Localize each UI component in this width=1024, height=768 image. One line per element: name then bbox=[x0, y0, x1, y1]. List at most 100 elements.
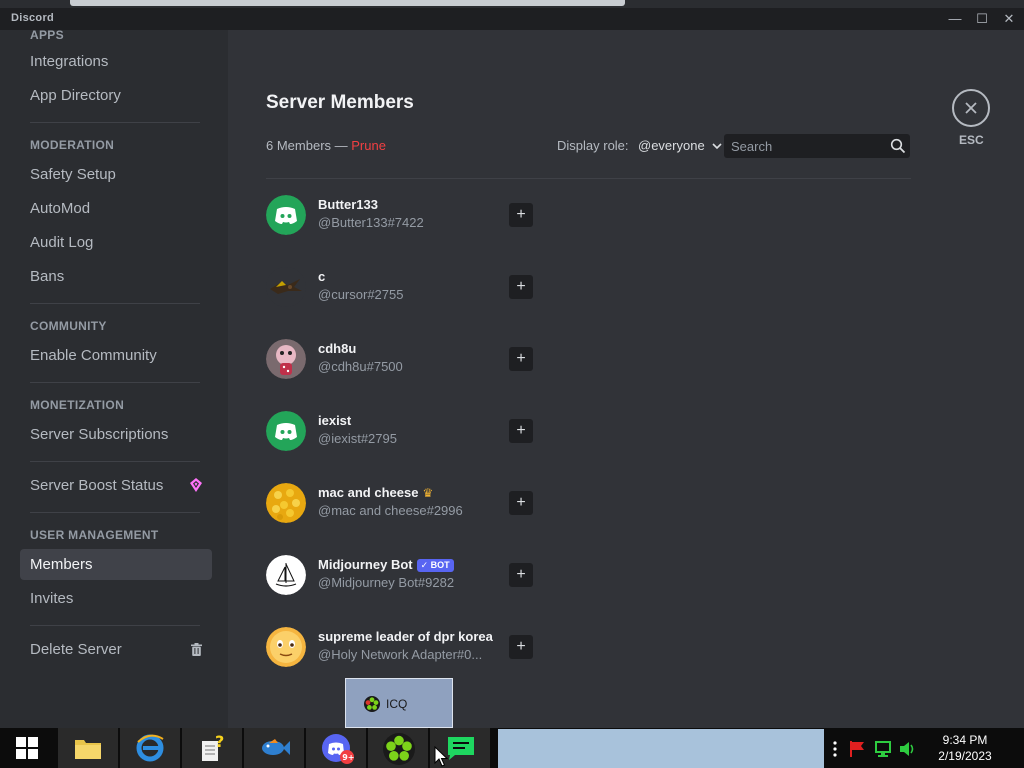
add-role-button[interactable]: + bbox=[509, 275, 533, 299]
prune-link[interactable]: Prune bbox=[351, 138, 386, 153]
chevron-down-icon bbox=[712, 142, 722, 153]
add-role-button[interactable]: + bbox=[509, 419, 533, 443]
header-divider bbox=[266, 178, 911, 179]
member-tag: @Holy Network Adapter#0... bbox=[318, 647, 483, 662]
add-role-button[interactable]: + bbox=[509, 635, 533, 659]
icq-flower-icon bbox=[364, 696, 380, 712]
taskbar-file-explorer[interactable] bbox=[58, 728, 118, 768]
member-tag: @cdh8u#7500 bbox=[318, 359, 403, 374]
sidebar-divider bbox=[30, 512, 200, 513]
close-window-button[interactable]: ✕ bbox=[999, 10, 1019, 28]
member-row[interactable]: supreme leader of dpr korea @Holy Networ… bbox=[266, 625, 546, 669]
clock-date[interactable]: 2/19/2023 bbox=[925, 749, 1005, 763]
avatar bbox=[266, 411, 306, 451]
member-name-text: Midjourney Bot bbox=[318, 557, 413, 572]
sidebar-item-server-subscriptions[interactable]: Server Subscriptions bbox=[20, 419, 212, 450]
sidebar-item-bans[interactable]: Bans bbox=[20, 261, 212, 292]
member-count-text: 6 Members — bbox=[266, 138, 348, 153]
internet-explorer-icon bbox=[136, 734, 164, 762]
sidebar-header-user-management: USER MANAGEMENT bbox=[30, 528, 159, 542]
sidebar-header-apps: APPS bbox=[30, 28, 64, 42]
fish-icon bbox=[262, 739, 290, 755]
action-center-flag-icon[interactable] bbox=[848, 740, 866, 758]
member-tag: @mac and cheese#2996 bbox=[318, 503, 463, 518]
app-name: Discord bbox=[11, 12, 55, 24]
member-tag: @iexist#2795 bbox=[318, 431, 397, 446]
settings-sidebar: APPS Integrations App Directory MODERATI… bbox=[0, 28, 228, 728]
member-name: c bbox=[318, 269, 326, 284]
member-tag: @cursor#2755 bbox=[318, 287, 404, 302]
taskbar-internet-explorer[interactable] bbox=[120, 728, 180, 768]
boost-gem-icon bbox=[190, 470, 202, 501]
close-icon bbox=[965, 102, 977, 114]
sidebar-header-community: COMMUNITY bbox=[30, 319, 107, 333]
taskbar-discord[interactable]: 9+ bbox=[306, 728, 366, 768]
close-settings-button[interactable] bbox=[952, 89, 990, 127]
overflow-menu-icon[interactable] bbox=[832, 741, 838, 757]
trash-icon bbox=[191, 634, 202, 665]
start-button[interactable] bbox=[0, 728, 56, 768]
taskbar-paint-fish[interactable] bbox=[244, 728, 304, 768]
sidebar-item-members[interactable]: Members bbox=[20, 549, 212, 580]
sidebar-header-monetization: MONETIZATION bbox=[30, 398, 125, 412]
sidebar-item-automod[interactable]: AutoMod bbox=[20, 193, 212, 224]
sidebar-item-app-directory[interactable]: App Directory bbox=[20, 80, 212, 111]
sidebar-divider bbox=[30, 461, 200, 462]
member-row[interactable]: c @cursor#2755 + bbox=[266, 265, 546, 309]
add-role-button[interactable]: + bbox=[509, 491, 533, 515]
sidebar-item-server-boost-status[interactable]: Server Boost Status bbox=[20, 470, 212, 501]
network-icon[interactable] bbox=[874, 740, 892, 758]
member-name: mac and cheese ♛ bbox=[318, 485, 433, 500]
taskbar-icq[interactable] bbox=[368, 728, 428, 768]
sidebar-item-integrations[interactable]: Integrations bbox=[20, 46, 212, 77]
member-row[interactable]: iexist @iexist#2795 + bbox=[266, 409, 546, 453]
member-row[interactable]: cdh8u @cdh8u#7500 + bbox=[266, 337, 546, 381]
avatar bbox=[266, 195, 306, 235]
member-tag: @Butter133#7422 bbox=[318, 215, 424, 230]
search-icon bbox=[890, 138, 906, 154]
avatar bbox=[266, 555, 306, 595]
search-input[interactable] bbox=[724, 134, 884, 158]
system-tray bbox=[828, 728, 918, 768]
page-title: Server Members bbox=[266, 92, 414, 113]
display-role-dropdown[interactable]: @everyone bbox=[638, 138, 722, 153]
avatar bbox=[266, 627, 306, 667]
member-row[interactable]: mac and cheese ♛ @mac and cheese#2996 + bbox=[266, 481, 546, 525]
sidebar-item-delete-server[interactable]: Delete Server bbox=[20, 634, 212, 665]
folder-icon bbox=[75, 740, 101, 759]
esc-label: ESC bbox=[959, 133, 984, 147]
volume-icon[interactable] bbox=[898, 740, 916, 758]
tooltip-label: ICQ bbox=[386, 697, 408, 711]
crown-icon: ♛ bbox=[422, 486, 434, 500]
title-bar-strip bbox=[70, 0, 625, 6]
member-row[interactable]: Butter133 @Butter133#7422 + bbox=[266, 193, 546, 237]
display-role-value: @everyone bbox=[638, 138, 705, 153]
taskbar-active-window[interactable] bbox=[498, 729, 824, 768]
sidebar-item-safety-setup[interactable]: Safety Setup bbox=[20, 159, 212, 190]
member-row[interactable]: Midjourney Bot ✓ BOT @Midjourney Bot#9282… bbox=[266, 553, 546, 597]
help-document-icon: ? bbox=[202, 733, 224, 761]
member-name: Midjourney Bot ✓ BOT bbox=[318, 557, 454, 572]
discord-badge-count: 9+ bbox=[342, 753, 354, 762]
add-role-button[interactable]: + bbox=[509, 563, 533, 587]
bot-badge: ✓ BOT bbox=[416, 559, 454, 572]
maximize-button[interactable]: ☐ bbox=[972, 10, 992, 28]
sidebar-item-audit-log[interactable]: Audit Log bbox=[20, 227, 212, 258]
sidebar-item-label: Delete Server bbox=[30, 641, 122, 658]
scrollbar[interactable] bbox=[1014, 30, 1024, 728]
taskbar: ? 9+ bbox=[0, 728, 1024, 768]
member-name: supreme leader of dpr korea bbox=[318, 629, 493, 644]
discord-icon: 9+ bbox=[322, 734, 354, 764]
sidebar-item-invites[interactable]: Invites bbox=[20, 583, 212, 614]
icq-flower-icon bbox=[383, 733, 415, 765]
minimize-button[interactable]: — bbox=[945, 10, 965, 28]
add-role-button[interactable]: + bbox=[509, 347, 533, 371]
members-page: Server Members 6 Members — Prune Display… bbox=[228, 30, 1024, 728]
taskbar-help-notepad[interactable]: ? bbox=[182, 728, 242, 768]
clock-time[interactable]: 9:34 PM bbox=[925, 733, 1005, 747]
add-role-button[interactable]: + bbox=[509, 203, 533, 227]
member-search[interactable] bbox=[724, 134, 910, 158]
member-count: 6 Members — Prune bbox=[266, 138, 386, 153]
avatar bbox=[266, 267, 306, 307]
sidebar-item-enable-community[interactable]: Enable Community bbox=[20, 340, 212, 371]
